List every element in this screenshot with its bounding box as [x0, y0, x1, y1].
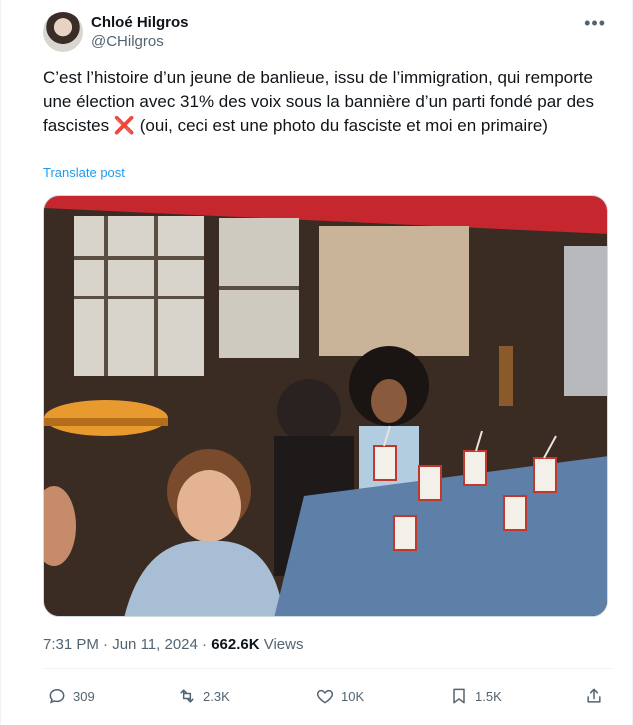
share-button[interactable] [584, 682, 610, 710]
post-meta: 7:31 PM · Jun 11, 2024 · 662.6K Views [43, 636, 304, 653]
reply-button[interactable]: 309 [47, 682, 95, 710]
bookmark-icon [453, 688, 465, 704]
photo-illustration [44, 196, 607, 616]
like-icon [316, 689, 334, 704]
post-text-tail: (oui, ceci est une photo du fasciste et … [135, 116, 548, 135]
reply-count: 309 [73, 688, 95, 704]
action-bar: 309 2.3K 10K 1.5K [43, 682, 610, 710]
bookmark-count: 1.5K [475, 688, 502, 704]
divider [43, 668, 612, 669]
repost-icon [180, 689, 194, 703]
views-count: 662.6K [211, 636, 260, 653]
avatar[interactable] [43, 12, 83, 52]
author-names: Chloé Hilgros @CHilgros [91, 14, 189, 52]
like-button[interactable]: 10K [315, 682, 364, 710]
repost-count: 2.3K [203, 688, 230, 704]
bookmark-button[interactable]: 1.5K [449, 682, 502, 710]
reply-icon [49, 688, 65, 704]
display-name[interactable]: Chloé Hilgros [91, 14, 189, 32]
share-icon [587, 688, 601, 703]
tweet: Chloé Hilgros @CHilgros ••• C’est l’hist… [0, 0, 633, 725]
translate-post-link[interactable]: Translate post [43, 165, 125, 180]
meta-separator-2: · [197, 636, 212, 653]
meta-separator-1: · [98, 636, 113, 653]
post-text: C’est l’histoire d’un jeune de banlieue,… [43, 66, 613, 138]
post-time[interactable]: 7:31 PM [43, 636, 99, 653]
handle[interactable]: @CHilgros [91, 32, 189, 52]
views-label: Views [259, 636, 304, 653]
repost-button[interactable]: 2.3K [177, 682, 230, 710]
like-count: 10K [341, 688, 365, 704]
cross-mark-icon: ❌ [113, 116, 136, 135]
post-photo[interactable] [43, 195, 608, 617]
more-icon[interactable]: ••• [584, 14, 606, 32]
post-date[interactable]: Jun 11, 2024 [112, 636, 198, 653]
tweet-header: Chloé Hilgros @CHilgros ••• [43, 12, 612, 56]
